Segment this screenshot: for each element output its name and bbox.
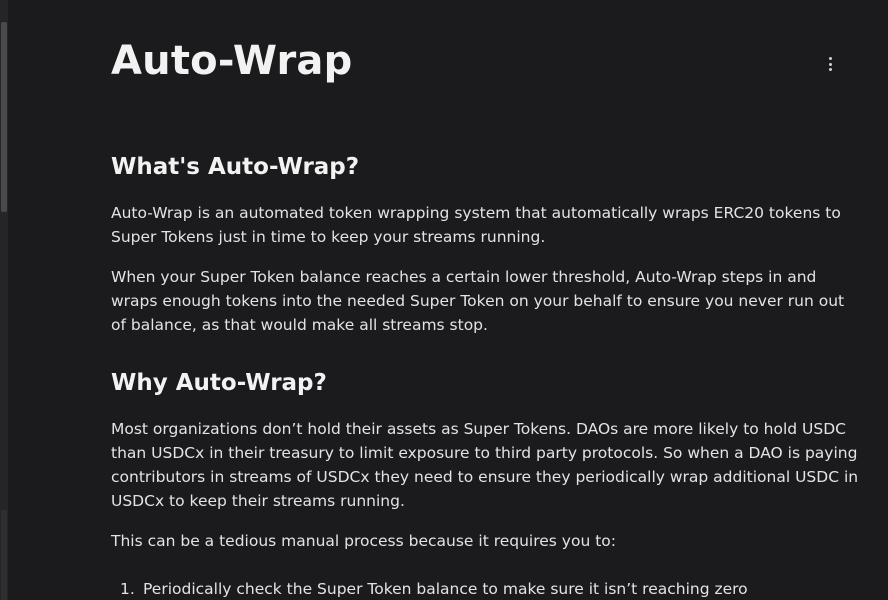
ordered-list: 1. Periodically check the Super Token bal… [111,577,748,600]
paragraph: When your Super Token balance reaches a … [111,268,845,334]
more-options-icon[interactable] [822,57,838,71]
docs-page: Auto-Wrap What's Auto-Wrap? Auto-Wrap is… [0,0,888,600]
scrollbar-track-lower [1,510,7,600]
list-item-number: 1. [120,580,135,598]
list-item: 1. Periodically check the Super Token bal… [111,577,748,600]
sidebar-scrollbar[interactable] [0,0,8,600]
list-item-text: Periodically check the Super Token balan… [143,580,748,598]
kebab-dot [828,68,832,71]
paragraph: This can be a tedious manual process bec… [111,532,616,550]
section-heading-whats-auto-wrap: What's Auto-Wrap? [111,154,360,180]
paragraph: Auto-Wrap is an automated token wrapping… [111,204,841,246]
kebab-dot [828,57,832,60]
page-title: Auto-Wrap [111,38,353,84]
paragraph: Most organizations don’t hold their asse… [111,420,859,510]
scrollbar-thumb[interactable] [1,22,7,212]
kebab-dot [828,62,832,66]
section-heading-why-auto-wrap: Why Auto-Wrap? [111,370,327,396]
